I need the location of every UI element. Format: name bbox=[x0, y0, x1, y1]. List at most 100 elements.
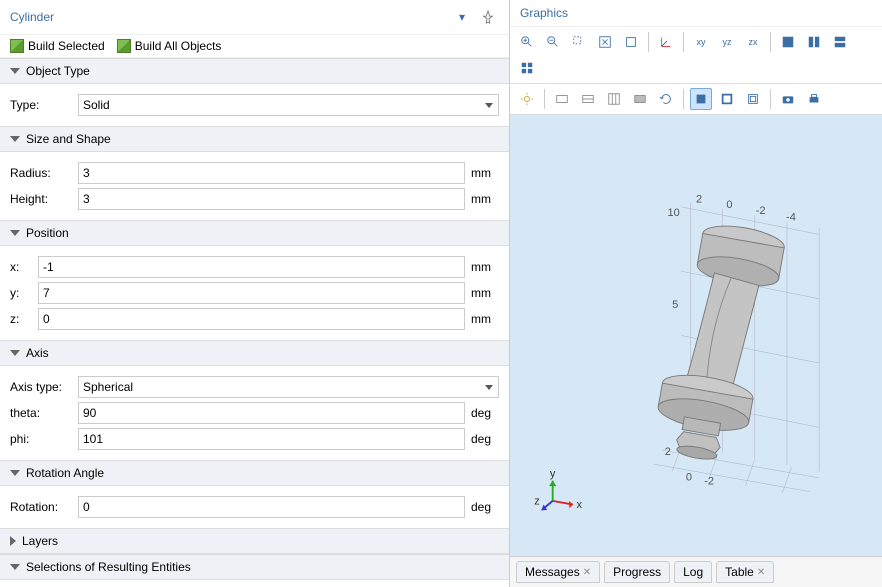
section-object-type[interactable]: Object Type bbox=[0, 58, 509, 84]
zoom-selected-icon[interactable] bbox=[620, 31, 642, 53]
section-size-shape[interactable]: Size and Shape bbox=[0, 126, 509, 152]
toolbar-separator bbox=[648, 32, 649, 52]
close-icon[interactable]: ✕ bbox=[757, 567, 765, 578]
close-icon[interactable]: ✕ bbox=[583, 567, 591, 578]
tick: 0 bbox=[686, 472, 692, 484]
select-edge-icon[interactable] bbox=[742, 88, 764, 110]
zoom-box-icon[interactable] bbox=[568, 31, 590, 53]
chevron-down-icon bbox=[10, 230, 20, 236]
graphics-title: Graphics bbox=[520, 6, 568, 20]
tick: 2 bbox=[665, 446, 671, 458]
zoom-in-icon[interactable] bbox=[516, 31, 538, 53]
y-label: y: bbox=[10, 286, 32, 300]
window-1-icon[interactable] bbox=[777, 31, 799, 53]
graphics-toolbar-1: xy yz zx bbox=[510, 27, 882, 84]
section-axis[interactable]: Axis bbox=[0, 340, 509, 366]
unit-deg: deg bbox=[471, 432, 499, 446]
panel-pin-icon[interactable] bbox=[477, 6, 499, 28]
panel-title-bar: Cylinder ▾ bbox=[0, 0, 509, 35]
zoom-extents-icon[interactable] bbox=[594, 31, 616, 53]
theta-label: theta: bbox=[10, 406, 72, 420]
window-4-icon[interactable] bbox=[516, 57, 538, 79]
zoom-out-icon[interactable] bbox=[542, 31, 564, 53]
print-icon[interactable] bbox=[803, 88, 825, 110]
refresh-icon[interactable] bbox=[655, 88, 677, 110]
type-label: Type: bbox=[10, 98, 72, 112]
axis-triad-icon[interactable] bbox=[655, 31, 677, 53]
cube-icon bbox=[117, 39, 131, 53]
graphics-panel: Graphics xy yz zx bbox=[510, 0, 882, 587]
camera-icon[interactable] bbox=[777, 88, 799, 110]
chevron-down-icon bbox=[10, 564, 20, 570]
build-all-label: Build All Objects bbox=[135, 39, 222, 53]
select-object-icon[interactable] bbox=[690, 88, 712, 110]
select-boundary-icon[interactable] bbox=[716, 88, 738, 110]
theta-input[interactable] bbox=[78, 402, 465, 424]
build-all-button[interactable]: Build All Objects bbox=[117, 39, 222, 53]
tick: 10 bbox=[668, 207, 680, 219]
hide-icon[interactable] bbox=[629, 88, 651, 110]
panel-menu-icon[interactable]: ▾ bbox=[451, 6, 473, 28]
radius-input[interactable] bbox=[78, 162, 465, 184]
section-position[interactable]: Position bbox=[0, 220, 509, 246]
height-input[interactable] bbox=[78, 188, 465, 210]
tab-table[interactable]: Table✕ bbox=[716, 561, 774, 583]
x-input[interactable] bbox=[38, 256, 465, 278]
graphics-title-bar: Graphics bbox=[510, 0, 882, 27]
scene-light-icon[interactable] bbox=[516, 88, 538, 110]
unit-deg: deg bbox=[471, 406, 499, 420]
phi-label: phi: bbox=[10, 432, 72, 446]
unit-deg: deg bbox=[471, 500, 499, 514]
z-label: z: bbox=[10, 312, 32, 326]
section-label: Object Type bbox=[26, 64, 90, 78]
tick: 0 bbox=[726, 199, 732, 211]
chevron-down-icon bbox=[10, 136, 20, 142]
unit-mm: mm bbox=[471, 192, 499, 206]
tick: -2 bbox=[756, 205, 766, 217]
section-label: Selections of Resulting Entities bbox=[26, 560, 191, 574]
window-3-icon[interactable] bbox=[829, 31, 851, 53]
view-yz-icon[interactable]: yz bbox=[716, 31, 738, 53]
object-type-form: Type: Solid bbox=[0, 84, 509, 126]
transparency-icon[interactable] bbox=[551, 88, 573, 110]
axis-type-label: Axis type: bbox=[10, 380, 72, 394]
build-row: Build Selected Build All Objects bbox=[0, 35, 509, 58]
section-layers[interactable]: Layers bbox=[0, 528, 509, 554]
rotation-label: Rotation: bbox=[10, 500, 72, 514]
tab-log[interactable]: Log bbox=[674, 561, 712, 583]
wireframe-icon[interactable] bbox=[577, 88, 599, 110]
tab-messages[interactable]: Messages✕ bbox=[516, 561, 600, 583]
axis-form: Axis type: Spherical theta: deg phi: deg bbox=[0, 366, 509, 460]
window-2-icon[interactable] bbox=[803, 31, 825, 53]
type-select[interactable]: Solid bbox=[78, 94, 499, 116]
section-rotation-angle[interactable]: Rotation Angle bbox=[0, 460, 509, 486]
section-label: Axis bbox=[26, 346, 49, 360]
z-input[interactable] bbox=[38, 308, 465, 330]
tab-progress[interactable]: Progress bbox=[604, 561, 670, 583]
radius-label: Radius: bbox=[10, 166, 72, 180]
section-label: Size and Shape bbox=[26, 132, 111, 146]
x-label: x: bbox=[10, 260, 32, 274]
graphics-viewport[interactable]: 2 0 -2 -4 10 5 0 2 0 -2 bbox=[510, 115, 882, 556]
view-xy-icon[interactable]: xy bbox=[690, 31, 712, 53]
cube-icon bbox=[10, 39, 24, 53]
graphics-toolbar-2 bbox=[510, 84, 882, 115]
chevron-down-icon bbox=[10, 470, 20, 476]
tick: 5 bbox=[672, 299, 678, 311]
chevron-right-icon bbox=[10, 536, 16, 546]
phi-input[interactable] bbox=[78, 428, 465, 450]
view-zx-icon[interactable]: zx bbox=[742, 31, 764, 53]
scene-svg: 2 0 -2 -4 10 5 0 2 0 -2 bbox=[510, 115, 882, 556]
section-selections[interactable]: Selections of Resulting Entities bbox=[0, 554, 509, 580]
grid-icon[interactable] bbox=[603, 88, 625, 110]
rotation-input[interactable] bbox=[78, 496, 465, 518]
y-input[interactable] bbox=[38, 282, 465, 304]
build-selected-button[interactable]: Build Selected bbox=[10, 39, 105, 53]
height-label: Height: bbox=[10, 192, 72, 206]
tick: -2 bbox=[704, 475, 714, 487]
section-label: Position bbox=[26, 226, 69, 240]
toolbar-separator bbox=[544, 89, 545, 109]
section-label: Rotation Angle bbox=[26, 466, 104, 480]
axis-type-select[interactable]: Spherical bbox=[78, 376, 499, 398]
axis-y: y bbox=[550, 468, 556, 480]
